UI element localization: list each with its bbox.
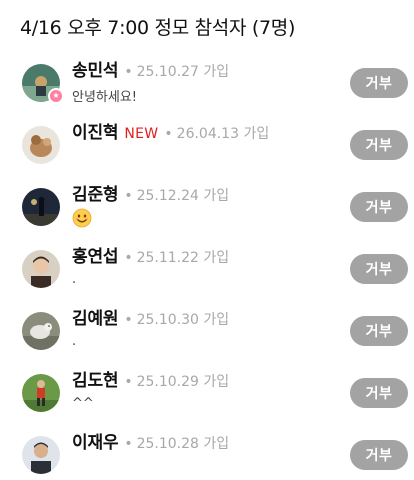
list-item: 김예원 • 25.10.30 가입 . 거부	[0, 298, 414, 360]
attendee-list: ★ 송민석 • 25.10.27 가입 안녕하세요! 거부 이진혁 NEW • 26…	[0, 50, 414, 480]
member-info: 이진혁 NEW • 26.04.13 가입	[72, 118, 269, 143]
join-date: • 25.11.22 가입	[124, 250, 230, 266]
member-info: 홍연섭 • 25.11.22 가입	[72, 242, 229, 267]
join-date: • 25.10.28 가입	[124, 436, 230, 452]
header: 4/16 오후 7:00 정모 참석자 (7명)	[20, 10, 295, 42]
member-info: 김준형 • 25.12.24 가입	[72, 180, 229, 205]
reject-button[interactable]: 거부	[350, 316, 408, 346]
member-name[interactable]: 김예원	[72, 304, 119, 329]
list-item: 김도현 • 25.10.29 가입 ^^ 거부	[0, 360, 414, 422]
member-info: 송민석 • 25.10.27 가입	[72, 56, 229, 81]
page-title: 4/16 오후 7:00 정모 참석자 (7명)	[20, 16, 296, 39]
member-info: 김예원 • 25.10.30 가입	[72, 304, 229, 329]
reject-button[interactable]: 거부	[350, 254, 408, 284]
member-comment: ^^	[72, 396, 94, 411]
reject-button[interactable]: 거부	[350, 378, 408, 408]
member-comment: .	[72, 334, 77, 349]
member-name[interactable]: 이재우	[72, 428, 119, 453]
join-date: • 25.10.27 가입	[124, 64, 230, 80]
avatar[interactable]	[22, 374, 60, 412]
reject-button[interactable]: 거부	[350, 68, 408, 98]
member-name[interactable]: 이진혁	[72, 118, 119, 143]
list-item: 이진혁 NEW • 26.04.13 가입 거부	[0, 112, 414, 174]
avatar[interactable]	[22, 250, 60, 288]
join-date: • 25.12.24 가입	[124, 188, 230, 204]
member-name[interactable]: 김준형	[72, 180, 119, 205]
list-item: 김준형 • 25.12.24 가입 거부	[0, 174, 414, 236]
member-name[interactable]: 송민석	[72, 56, 119, 81]
avatar[interactable]	[22, 312, 60, 350]
reject-button[interactable]: 거부	[350, 440, 408, 470]
list-item: 이재우 • 25.10.28 가입 거부	[0, 422, 414, 480]
avatar[interactable]	[22, 436, 60, 474]
avatar[interactable]	[22, 188, 60, 226]
member-name[interactable]: 홍연섭	[72, 242, 119, 267]
new-badge: NEW	[124, 126, 159, 142]
list-item: 홍연섭 • 25.11.22 가입 . 거부	[0, 236, 414, 298]
host-badge-icon: ★	[48, 88, 64, 104]
member-comment: 안녕하세요!	[72, 90, 138, 105]
join-date: • 25.10.29 가입	[124, 374, 230, 390]
member-info: 김도현 • 25.10.29 가입	[72, 366, 229, 391]
member-comment: .	[72, 272, 77, 287]
join-date: • 26.04.13 가입	[164, 126, 270, 142]
reject-button[interactable]: 거부	[350, 130, 408, 160]
avatar[interactable]	[22, 126, 60, 164]
join-date: • 25.10.30 가입	[124, 312, 230, 328]
member-info: 이재우 • 25.10.28 가입	[72, 428, 229, 453]
member-name[interactable]: 김도현	[72, 366, 119, 391]
reject-button[interactable]: 거부	[350, 192, 408, 222]
smiling-face-emoji-icon	[72, 208, 92, 228]
list-item: ★ 송민석 • 25.10.27 가입 안녕하세요! 거부	[0, 50, 414, 112]
